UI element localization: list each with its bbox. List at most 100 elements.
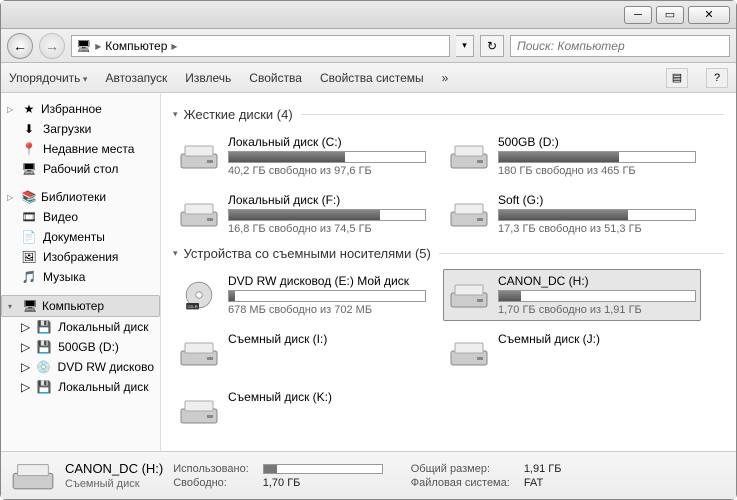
sidebar-item-label: Документы: [43, 230, 105, 244]
drive-icon: CD-R: [178, 274, 220, 316]
status-free-label: Свободно:: [173, 477, 249, 489]
status-total-value: 1,91 ГБ: [524, 463, 562, 475]
sidebar-group-label: Библиотеки: [41, 190, 106, 204]
drive-item[interactable]: Съемный диск (J:): [443, 327, 701, 379]
eject-button[interactable]: Извлечь: [185, 71, 231, 85]
star-icon: ★: [21, 101, 37, 117]
sidebar-item-desktop[interactable]: 🖥Рабочий стол: [1, 159, 160, 179]
sidebar-item-label: Загрузки: [43, 122, 91, 136]
expand-icon: ▷: [7, 193, 17, 202]
sidebar-item-videos[interactable]: 🎞 Видео: [1, 207, 160, 227]
autoplay-button[interactable]: Автозапуск: [105, 71, 167, 85]
drive-icon: 💾: [36, 319, 52, 335]
drive-item[interactable]: 500GB (D:)180 ГБ свободно из 465 ГБ: [443, 130, 701, 182]
drive-icon: [178, 332, 220, 374]
close-button[interactable]: ✕: [688, 6, 730, 24]
picture-icon: 🖼: [21, 249, 37, 265]
drive-name: Локальный диск (C:): [228, 135, 426, 149]
group-header-hard-drives[interactable]: Жесткие диски (4): [173, 107, 724, 122]
system-properties-button[interactable]: Свойства системы: [320, 71, 424, 85]
status-fs-value: FAT: [524, 477, 562, 489]
window-titlebar: ─ ▭ ✕: [1, 1, 736, 29]
sidebar-item-label: Локальный диск: [58, 380, 148, 394]
toolbar-overflow[interactable]: »: [442, 71, 449, 85]
status-drive-name: CANON_DC (H:): [65, 461, 163, 476]
sidebar-item-drive[interactable]: ▷💿DVD RW дисково: [1, 357, 160, 377]
refresh-button[interactable]: ↻: [480, 35, 504, 57]
usage-bar: [228, 209, 426, 221]
navigation-bar: ← → 🖥 ▸ Компьютер ▸ ▾ ↻: [1, 29, 736, 63]
status-used-label: Использовано:: [173, 463, 249, 475]
forward-button[interactable]: →: [39, 33, 65, 59]
sidebar-item-label: Локальный диск: [58, 320, 148, 334]
drive-icon: [448, 135, 490, 177]
usage-bar: [228, 151, 426, 163]
usage-bar: [498, 209, 696, 221]
download-icon: ⬇: [21, 121, 37, 137]
drive-item[interactable]: Локальный диск (C:)40,2 ГБ свободно из 9…: [173, 130, 431, 182]
drive-icon: [178, 135, 220, 177]
sidebar-item-pictures[interactable]: 🖼Изображения: [1, 247, 160, 267]
sidebar-item-label: DVD RW дисково: [58, 360, 154, 374]
sidebar-group-label: Избранное: [41, 102, 102, 116]
address-dropdown[interactable]: ▾: [456, 35, 474, 57]
drive-name: Съемный диск (I:): [228, 332, 426, 346]
navigation-pane: ▷ ★ Избранное ⬇Загрузки 📍Недавние места …: [1, 93, 161, 451]
drive-item[interactable]: Локальный диск (F:)16,8 ГБ свободно из 7…: [173, 188, 431, 240]
search-input[interactable]: [510, 35, 730, 57]
sidebar-item-label: Видео: [43, 210, 78, 224]
properties-button[interactable]: Свойства: [249, 71, 302, 85]
sidebar-item-drive[interactable]: ▷ 💾 Локальный диск: [1, 317, 160, 337]
expand-icon: ▷: [21, 320, 30, 334]
drive-item[interactable]: Съемный диск (K:): [173, 385, 431, 437]
drive-icon: 💾: [36, 379, 52, 395]
sidebar-computer-header[interactable]: ▾ 🖥 Компьютер: [1, 295, 160, 317]
help-button[interactable]: ?: [706, 68, 728, 88]
drive-icon: [11, 458, 55, 494]
back-button[interactable]: ←: [7, 33, 33, 59]
drive-item[interactable]: CD-RDVD RW дисковод (E:) Мой диск678 МБ …: [173, 269, 431, 321]
drive-name: DVD RW дисковод (E:) Мой диск: [228, 274, 426, 288]
group-title: Устройства со съемными носителями (5): [184, 246, 431, 261]
sidebar-item-music[interactable]: 🎵Музыка: [1, 267, 160, 287]
drive-item[interactable]: CANON_DC (H:)1,70 ГБ свободно из 1,91 ГБ: [443, 269, 701, 321]
status-total-label: Общий размер:: [411, 463, 510, 475]
view-options-button[interactable]: ▤: [666, 68, 688, 88]
breadcrumb[interactable]: 🖥 ▸ Компьютер ▸: [71, 35, 450, 57]
minimize-button[interactable]: ─: [624, 6, 652, 24]
drive-free-text: 17,3 ГБ свободно из 51,3 ГБ: [498, 223, 696, 235]
usage-bar: [498, 290, 696, 302]
sidebar-item-downloads[interactable]: ⬇ Загрузки: [1, 119, 160, 139]
sidebar-item-documents[interactable]: 📄 Документы: [1, 227, 160, 247]
drive-item[interactable]: Soft (G:)17,3 ГБ свободно из 51,3 ГБ: [443, 188, 701, 240]
drive-icon: [448, 274, 490, 316]
status-free-value: 1,70 ГБ: [263, 477, 383, 489]
drive-icon: [178, 390, 220, 432]
computer-icon: 🖥: [22, 298, 38, 314]
status-used-bar: [263, 464, 383, 474]
library-icon: 📚: [21, 189, 37, 205]
maximize-button[interactable]: ▭: [656, 6, 684, 24]
sidebar-favorites-header[interactable]: ▷ ★ Избранное: [1, 99, 160, 119]
group-header-removable[interactable]: Устройства со съемными носителями (5): [173, 246, 724, 261]
status-drive-type: Съемный диск: [65, 478, 163, 490]
breadcrumb-item[interactable]: Компьютер: [105, 39, 167, 53]
group-title: Жесткие диски (4): [184, 107, 293, 122]
sidebar-item-label: 500GB (D:): [58, 340, 119, 354]
drive-name: Съемный диск (K:): [228, 390, 426, 404]
sidebar-item-label: Рабочий стол: [43, 162, 118, 176]
document-icon: 📄: [21, 229, 37, 245]
sidebar-group-label: Компьютер: [42, 299, 104, 313]
sidebar-item-recent[interactable]: 📍Недавние места: [1, 139, 160, 159]
drive-item[interactable]: Съемный диск (I:): [173, 327, 431, 379]
sidebar-item-label: Недавние места: [43, 142, 134, 156]
toolbar: Упорядочить Автозапуск Извлечь Свойства …: [1, 63, 736, 93]
breadcrumb-sep: ▸: [171, 39, 177, 53]
video-icon: 🎞: [21, 209, 37, 225]
sidebar-libraries-header[interactable]: ▷ 📚 Библиотеки: [1, 187, 160, 207]
drive-free-text: 1,70 ГБ свободно из 1,91 ГБ: [498, 304, 696, 316]
organize-menu[interactable]: Упорядочить: [9, 71, 87, 85]
drive-icon: [448, 193, 490, 235]
sidebar-item-drive[interactable]: ▷💾Локальный диск: [1, 377, 160, 397]
sidebar-item-drive[interactable]: ▷💾500GB (D:): [1, 337, 160, 357]
